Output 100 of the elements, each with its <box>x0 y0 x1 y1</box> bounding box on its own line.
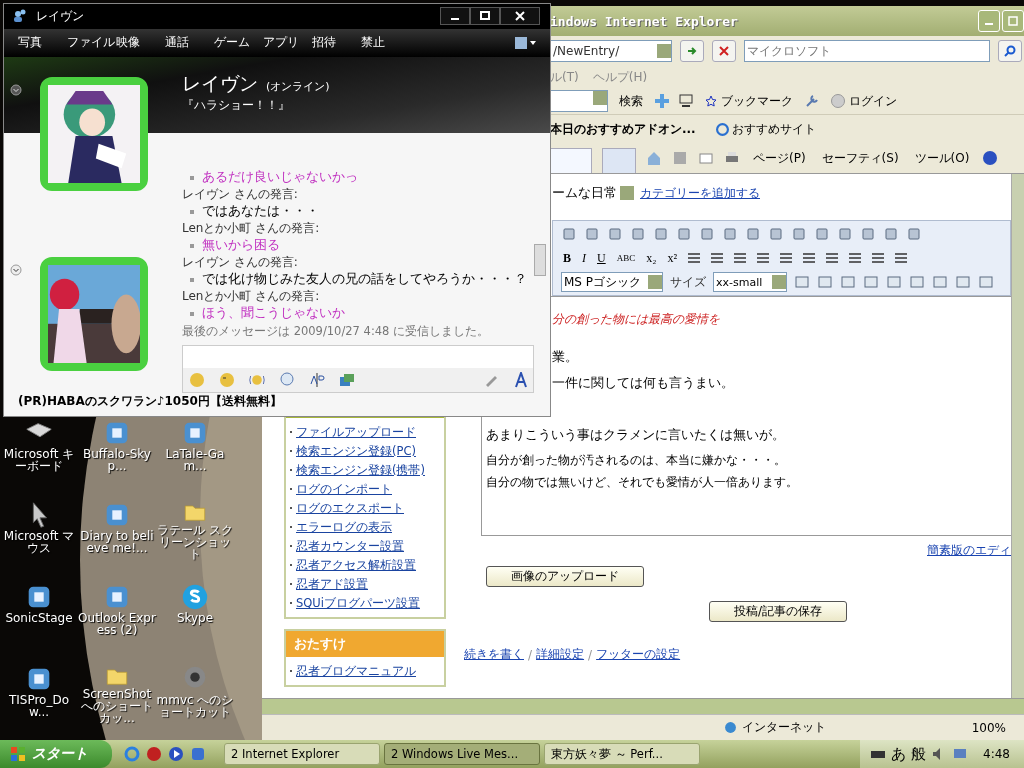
minimize-button[interactable] <box>440 7 470 26</box>
help-icon[interactable] <box>982 150 999 166</box>
tool-icon[interactable] <box>847 250 863 266</box>
tool-icon[interactable] <box>778 250 794 266</box>
voice-clip-icon[interactable] <box>279 372 295 388</box>
search-field[interactable]: マイクロソフト <box>744 40 990 62</box>
tool-link[interactable]: エラーログの表示 <box>296 519 392 535</box>
smiley-icon[interactable] <box>189 372 205 388</box>
tool-link[interactable]: 忍者カウンター設置 <box>296 538 404 554</box>
format-button[interactable]: B <box>561 250 573 266</box>
tool-icon[interactable] <box>837 226 853 242</box>
format-button[interactable]: I <box>580 250 588 266</box>
font-select[interactable]: MS Pゴシック <box>561 272 663 292</box>
format-button[interactable]: U <box>595 250 608 266</box>
tool-icon[interactable] <box>630 226 646 242</box>
horizontal-scrollbar[interactable] <box>262 698 1024 714</box>
tool-icon[interactable] <box>732 250 748 266</box>
skype-icon[interactable] <box>180 582 210 612</box>
tool-icon[interactable] <box>561 226 577 242</box>
footer-link[interactable]: 詳細設定 <box>536 646 585 663</box>
toolbar-dropdown[interactable] <box>550 90 608 112</box>
size-select[interactable]: xx-small <box>713 272 787 292</box>
new-tab[interactable] <box>602 148 636 173</box>
tool-icon[interactable] <box>686 250 702 266</box>
tool-icon[interactable] <box>607 226 623 242</box>
tool-icon[interactable] <box>801 250 817 266</box>
tool-icon[interactable] <box>745 226 761 242</box>
help-link[interactable]: 忍者ブログマニュアル <box>296 663 416 679</box>
icon-label[interactable]: Skype <box>156 612 234 624</box>
menu-item[interactable]: 招待 <box>312 34 361 52</box>
address-field[interactable]: /NewEntry/ <box>550 40 672 62</box>
spellcheck-icon[interactable] <box>309 372 325 388</box>
stop-button[interactable] <box>712 40 736 62</box>
browser-icon[interactable] <box>124 746 140 762</box>
zoom-level[interactable]: 100% <box>971 720 1006 735</box>
menu-item[interactable]: ファイル <box>67 34 116 52</box>
record-icon[interactable] <box>146 746 162 762</box>
refresh-button[interactable] <box>680 40 704 62</box>
menu-item[interactable]: 禁止 <box>361 34 410 52</box>
collapse-icon[interactable] <box>10 264 22 276</box>
command-menu[interactable]: セーフティ(S) <box>818 149 902 167</box>
addon-link[interactable]: 本日のおすすめアドオン... <box>550 120 696 138</box>
icon-label[interactable]: TISPro_Dow... <box>0 694 78 718</box>
format-button[interactable]: ABC <box>614 253 638 263</box>
command-menu[interactable]: ページ(P) <box>750 149 809 167</box>
taskbar-button[interactable]: 2 Windows Live Mes... <box>384 743 540 765</box>
tool-icon[interactable] <box>893 250 909 266</box>
input-mode[interactable]: 般 <box>911 744 927 764</box>
recommended-sites-link[interactable]: おすすめサイト <box>715 120 816 138</box>
login-button[interactable]: ログイン <box>828 92 900 110</box>
tool-link[interactable]: 検索エンジン登録(携帯) <box>296 462 425 478</box>
category-select[interactable]: ームな日常 <box>552 184 634 202</box>
nudge-icon[interactable] <box>249 372 265 388</box>
window-menu-icon[interactable] <box>514 34 538 51</box>
background-icon[interactable] <box>339 372 355 388</box>
ad-text[interactable]: (PR)HABAのスクワラン♪1050円【送料無料】 <box>4 393 550 416</box>
tool-icon[interactable] <box>699 226 715 242</box>
wrench-icon[interactable] <box>804 93 820 109</box>
footer-link[interactable]: フッターの設定 <box>596 646 681 663</box>
tool-icon[interactable] <box>722 226 738 242</box>
tool-icon[interactable] <box>906 226 922 242</box>
maximize-button[interactable] <box>470 7 500 26</box>
menu-item[interactable]: ゲーム <box>214 34 263 52</box>
simple-editor-link[interactable]: 簡素版のエディ <box>927 543 1011 557</box>
browser-tab[interactable] <box>550 148 592 173</box>
tool-icon[interactable] <box>676 226 692 242</box>
tool-icon[interactable] <box>791 226 807 242</box>
play-icon[interactable] <box>168 746 184 762</box>
icon-label[interactable]: Microsoft マウス <box>0 530 78 554</box>
tool-link[interactable]: 検索エンジン登録(PC) <box>296 443 416 459</box>
rss-icon[interactable] <box>672 150 688 166</box>
add-category-link[interactable]: カテゴリーを追加する <box>640 184 760 202</box>
input-mode[interactable]: あ <box>891 744 907 764</box>
save-button[interactable]: 投稿/記事の保存 <box>709 601 848 622</box>
vertical-scrollbar[interactable] <box>1011 174 1024 698</box>
command-menu[interactable]: ツール(O) <box>911 149 973 167</box>
computer-icon[interactable] <box>678 93 694 109</box>
plus-icon[interactable] <box>654 93 670 109</box>
taskbar-button[interactable]: 東方妖々夢 ～ Perf... <box>544 743 700 765</box>
collapse-icon[interactable] <box>10 84 22 96</box>
font-icon[interactable] <box>513 372 529 388</box>
tool-icon[interactable] <box>883 226 899 242</box>
tool-icon[interactable] <box>653 226 669 242</box>
menu-item[interactable]: 通話 <box>165 34 214 52</box>
menu-item[interactable]: アプリ <box>263 34 312 52</box>
icon-label[interactable]: ラテール スクリーンショット <box>156 524 234 560</box>
tool-icon[interactable] <box>824 250 840 266</box>
mail-icon[interactable] <box>698 150 714 166</box>
tool-link[interactable]: SQUiブログパーツ設置 <box>296 595 420 611</box>
search-button[interactable] <box>998 40 1022 62</box>
tool-link[interactable]: 忍者アド設置 <box>296 576 368 592</box>
tool-icon[interactable] <box>584 226 600 242</box>
footer-link[interactable]: 続きを書く <box>464 646 524 663</box>
close-button[interactable] <box>500 7 540 26</box>
tool-link[interactable]: 忍者アクセス解析設置 <box>296 557 416 573</box>
format-button[interactable]: x₂ <box>644 250 659 266</box>
wink-icon[interactable] <box>219 372 235 388</box>
home-icon[interactable] <box>646 150 662 166</box>
tool-icon[interactable] <box>768 226 784 242</box>
search-toolbar-button[interactable]: 検索 <box>616 92 646 110</box>
